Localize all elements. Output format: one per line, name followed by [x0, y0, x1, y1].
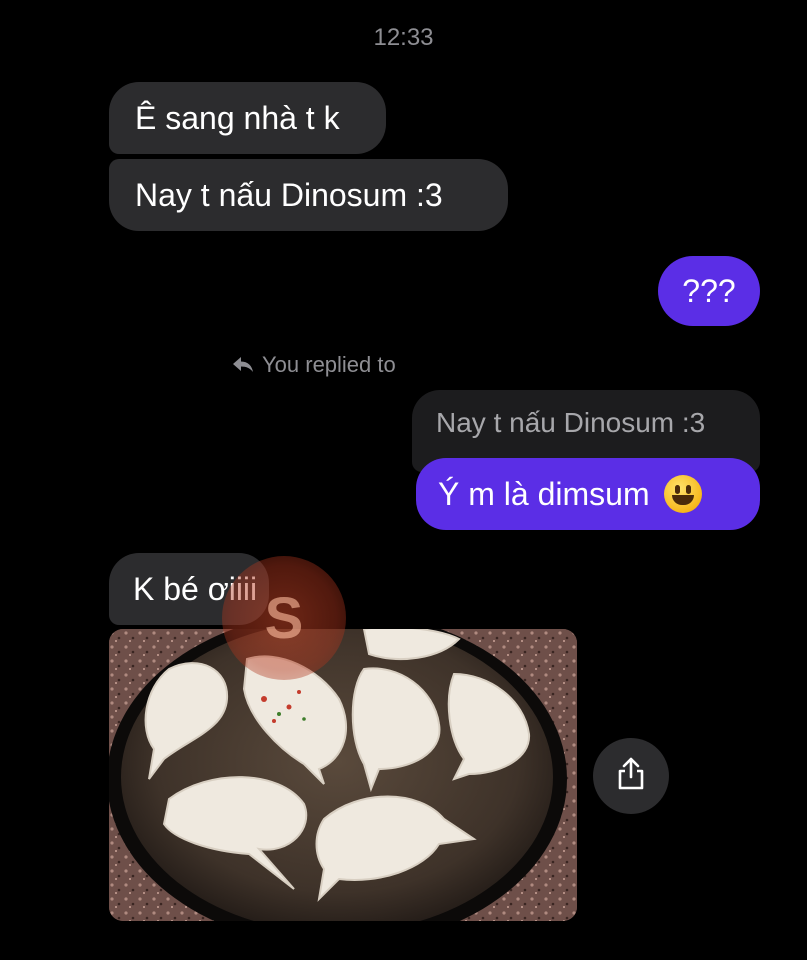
reply-indicator: You replied to	[232, 352, 396, 378]
message-bubble-sent[interactable]: ???	[658, 256, 760, 326]
timestamp: 12:33	[373, 24, 434, 51]
watermark-logo: S	[222, 556, 346, 680]
grinning-face-emoji-icon	[663, 475, 702, 513]
share-button[interactable]	[593, 738, 669, 814]
message-bubble-sent[interactable]: Ý m là dimsum	[416, 458, 760, 530]
message-bubble-received[interactable]: Ê sang nhà t k	[109, 82, 386, 154]
dumpling-photo-illustration	[109, 629, 577, 921]
message-text: Nay t nấu Dinosum :3	[135, 177, 443, 213]
reply-label-text: You replied to	[262, 352, 396, 377]
message-text: Ê sang nhà t k	[135, 100, 340, 136]
reply-arrow-icon	[232, 356, 254, 374]
quoted-text: Nay t nấu Dinosum :3	[436, 407, 706, 438]
share-icon	[616, 757, 646, 796]
message-text: Ý m là dimsum	[438, 476, 650, 512]
message-bubble-received[interactable]: Nay t nấu Dinosum :3	[109, 159, 508, 231]
photo-attachment[interactable]	[109, 629, 577, 921]
message-text: ???	[682, 273, 736, 309]
